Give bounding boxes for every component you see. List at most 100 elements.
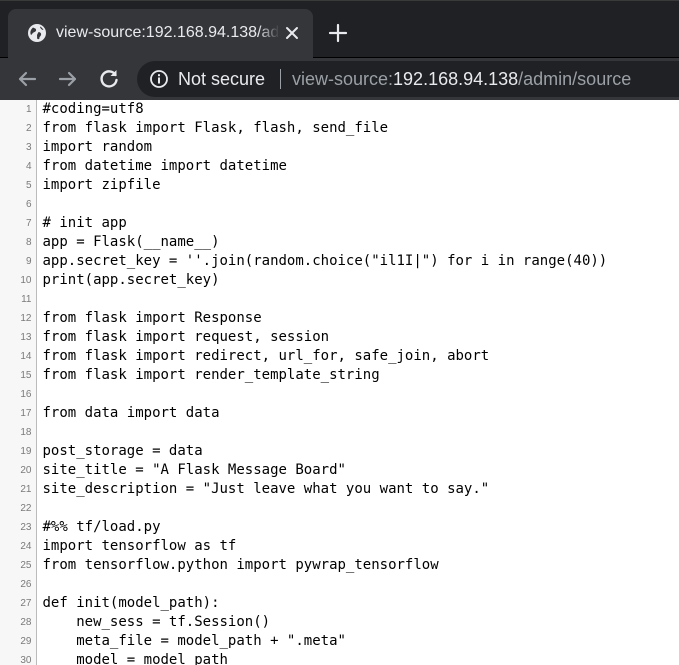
line-number: 8 <box>0 233 37 252</box>
source-line: 26 <box>0 575 607 594</box>
source-line: 4 from datetime import datetime <box>0 157 607 176</box>
line-content: from flask import Response <box>42 310 262 326</box>
source-line: 16 <box>0 385 607 404</box>
line-content <box>36 290 607 309</box>
source-line: 25 from tensorflow.python import pywrap_t… <box>0 556 607 575</box>
tab-strip: view-source:192.168.94.138/admin/source <box>0 0 679 58</box>
source-line: 2 from flask import Flask, flash, send_fi… <box>0 119 607 138</box>
url-host: 192.168.94.138 <box>393 69 519 89</box>
source-line: 27 def init(model_path): <box>0 594 607 613</box>
line-content <box>36 499 607 518</box>
source-line: 18 <box>0 423 607 442</box>
source-line: 9 app.secret_key = ''.join(random.choice(… <box>0 252 607 271</box>
source-line: 17 from data import data <box>0 404 607 423</box>
line-content: import tensorflow as tf <box>42 538 237 554</box>
line-number: 12 <box>0 309 37 328</box>
source-line: 23 #%% tf/load.py <box>0 518 607 537</box>
line-number: 27 <box>0 594 37 613</box>
line-content: post_storage = data <box>42 443 203 459</box>
line-number: 30 <box>0 651 37 665</box>
line-content: site_title = "A Flask Message Board" <box>42 462 346 478</box>
line-number: 4 <box>0 157 37 176</box>
line-content <box>36 195 607 214</box>
source-line: 28 new_sess = tf.Session() <box>0 613 607 632</box>
close-icon[interactable] <box>282 23 302 43</box>
tab-title-fade <box>258 22 280 44</box>
line-number: 14 <box>0 347 37 366</box>
omnibox-divider <box>280 69 281 89</box>
line-number: 22 <box>0 499 37 518</box>
source-line: 1 #coding=utf8 <box>0 100 607 119</box>
plus-icon[interactable] <box>326 21 350 45</box>
line-content: from flask import Flask, flash, send_fil… <box>42 120 389 136</box>
line-content: app.secret_key = ''.join(random.choice("… <box>42 253 608 269</box>
browser-tab[interactable]: view-source:192.168.94.138/admin/source <box>8 9 313 58</box>
source-line: 29 meta_file = model_path + ".meta" <box>0 632 607 651</box>
line-content: # init app <box>42 215 127 231</box>
tab-title: view-source:192.168.94.138/admin/source <box>56 24 278 41</box>
line-content: model = model_path <box>42 652 228 665</box>
line-content: meta_file = model_path + ".meta" <box>42 633 346 649</box>
source-line: 13 from flask import request, session <box>0 328 607 347</box>
line-number: 3 <box>0 138 37 157</box>
line-number: 17 <box>0 404 37 423</box>
line-content: def init(model_path): <box>42 595 220 611</box>
reload-icon[interactable] <box>95 65 123 93</box>
source-line: 22 <box>0 499 607 518</box>
source-line: 7 # init app <box>0 214 607 233</box>
line-content: from datetime import datetime <box>42 158 287 174</box>
source-line: 11 <box>0 290 607 309</box>
source-line: 12 from flask import Response <box>0 309 607 328</box>
line-number: 23 <box>0 518 37 537</box>
source-line: 21 site_description = "Just leave what yo… <box>0 480 607 499</box>
source-line: 6 <box>0 195 607 214</box>
line-number: 15 <box>0 366 37 385</box>
line-content: from data import data <box>42 405 220 421</box>
line-content: import zipfile <box>42 177 161 193</box>
line-number: 13 <box>0 328 37 347</box>
info-icon[interactable] <box>149 69 169 89</box>
line-content <box>36 423 607 442</box>
line-number: 9 <box>0 252 37 271</box>
line-content <box>36 385 607 404</box>
line-content: #coding=utf8 <box>42 101 144 117</box>
security-label[interactable]: Not secure <box>178 68 265 90</box>
source-line: 3 import random <box>0 138 607 157</box>
globe-icon <box>27 23 47 43</box>
arrow-left-icon[interactable] <box>13 65 41 93</box>
line-number: 24 <box>0 537 37 556</box>
line-number: 7 <box>0 214 37 233</box>
line-content: from flask import redirect, url_for, saf… <box>42 348 490 364</box>
line-number: 1 <box>0 100 37 119</box>
source-line: 15 from flask import render_template_stri… <box>0 366 607 385</box>
line-number: 28 <box>0 613 37 632</box>
source-line: 30 model = model_path <box>0 651 607 665</box>
line-number: 25 <box>0 556 37 575</box>
source-line: 10 print(app.secret_key) <box>0 271 607 290</box>
line-number: 2 <box>0 119 37 138</box>
line-number: 20 <box>0 461 37 480</box>
line-content: print(app.secret_key) <box>42 272 220 288</box>
line-content: app = Flask(__name__) <box>42 234 220 250</box>
line-content: new_sess = tf.Session() <box>42 614 271 630</box>
source-line: 19 post_storage = data <box>0 442 607 461</box>
source-line: 8 app = Flask(__name__) <box>0 233 607 252</box>
source-line: 24 import tensorflow as tf <box>0 537 607 556</box>
line-number: 16 <box>0 385 37 404</box>
line-number: 18 <box>0 423 37 442</box>
line-number: 19 <box>0 442 37 461</box>
line-content <box>36 575 607 594</box>
source-line: 14 from flask import redirect, url_for, s… <box>0 347 607 366</box>
url-text[interactable]: view-source:192.168.94.138/admin/source <box>292 68 631 90</box>
address-bar[interactable]: Not secure view-source:192.168.94.138/ad… <box>137 61 679 97</box>
line-content: from flask import request, session <box>42 329 330 345</box>
line-content: from flask import render_template_string <box>42 367 380 383</box>
line-content: #%% tf/load.py <box>42 519 161 535</box>
line-number: 10 <box>0 271 37 290</box>
line-content: from tensorflow.python import pywrap_ten… <box>42 557 439 573</box>
line-number: 21 <box>0 480 37 499</box>
arrow-right-icon[interactable] <box>54 65 82 93</box>
browser-toolbar: Not secure view-source:192.168.94.138/ad… <box>0 58 679 100</box>
line-number: 5 <box>0 176 37 195</box>
line-content: import random <box>42 139 153 155</box>
